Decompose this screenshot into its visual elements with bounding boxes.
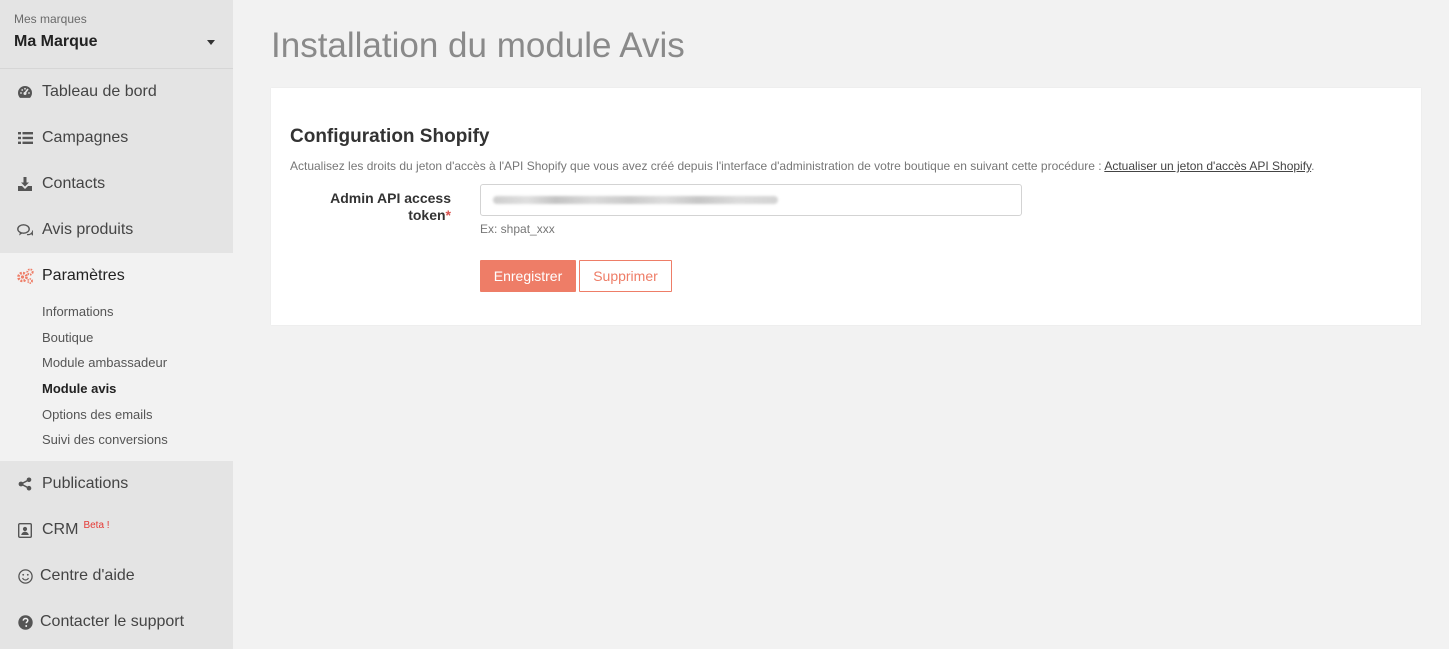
- submenu-item-module-ambassadeur[interactable]: Module ambassadeur: [42, 350, 233, 376]
- brand-caption: Mes marques: [14, 12, 87, 26]
- settings-section: Paramètres Informations Boutique Module …: [0, 253, 233, 462]
- caret-down-icon: [207, 39, 215, 45]
- nav-item-parametres[interactable]: Paramètres: [0, 253, 233, 299]
- brand-dropdown[interactable]: Ma Marque: [14, 33, 219, 51]
- submenu-item-options-des-emails[interactable]: Options des emails: [42, 402, 233, 428]
- download-icon: [16, 175, 34, 193]
- comments-icon: [16, 221, 34, 239]
- api-token-label: Admin API access token*: [311, 190, 451, 224]
- refresh-token-link[interactable]: Actualiser un jeton d'accès API Shopify: [1104, 159, 1311, 173]
- dashboard-icon: [16, 83, 34, 101]
- nav-item-contacter-le-support[interactable]: Contacter le support: [0, 599, 233, 645]
- sidebar: Mes marques Ma Marque Tableau de bord Ca…: [0, 0, 233, 649]
- settings-submenu: Informations Boutique Module ambassadeur…: [0, 299, 233, 453]
- redacted-token-value: [493, 196, 778, 204]
- submenu-item-suivi-des-conversions[interactable]: Suivi des conversions: [42, 427, 233, 453]
- delete-button[interactable]: Supprimer: [579, 260, 672, 292]
- description-end: .: [1311, 159, 1315, 173]
- nav-item-centre-daide[interactable]: Centre d'aide: [0, 553, 233, 599]
- brand-name: Ma Marque: [14, 33, 98, 50]
- brand-selector-block: Mes marques Ma Marque: [0, 0, 233, 69]
- nav-label: Centre d'aide: [40, 567, 135, 585]
- nav-label: Avis produits: [42, 221, 134, 238]
- save-button[interactable]: Enregistrer: [480, 260, 576, 292]
- nav-item-publications[interactable]: Publications: [0, 461, 233, 507]
- submenu-item-boutique[interactable]: Boutique: [42, 325, 233, 351]
- question-circle-icon: [16, 613, 34, 631]
- nav-item-avis-produits[interactable]: Avis produits: [0, 207, 233, 253]
- smile-icon: [16, 567, 34, 585]
- nav-item-tableau-de-bord[interactable]: Tableau de bord: [0, 69, 233, 115]
- api-token-hint: Ex: shpat_xxx: [480, 222, 555, 236]
- nav-label: Tableau de bord: [42, 83, 157, 100]
- list-icon: [16, 129, 34, 147]
- api-token-input[interactable]: [480, 184, 1022, 216]
- share-icon: [16, 475, 34, 493]
- submenu-item-module-avis[interactable]: Module avis: [42, 376, 233, 402]
- card-description: Actualisez les droits du jeton d'accès à…: [290, 159, 1315, 173]
- nav-label: Paramètres: [42, 267, 125, 284]
- nav-item-campagnes[interactable]: Campagnes: [0, 115, 233, 161]
- description-text: Actualisez les droits du jeton d'accès à…: [290, 159, 1105, 173]
- nav-item-contacts[interactable]: Contacts: [0, 161, 233, 207]
- api-token-label-text: Admin API access token: [330, 190, 451, 223]
- cogs-icon: [16, 267, 34, 285]
- nav-label: CRM: [42, 521, 79, 539]
- nav-label: Contacts: [42, 175, 106, 192]
- beta-badge: Beta !: [83, 519, 110, 531]
- nav-item-crm[interactable]: CRM Beta !: [0, 507, 233, 553]
- nav-label: Campagnes: [42, 129, 129, 146]
- page-title: Installation du module Avis: [271, 26, 685, 65]
- required-marker: *: [445, 207, 451, 223]
- shopify-config-card: Configuration Shopify Actualisez les dro…: [271, 88, 1421, 325]
- card-title: Configuration Shopify: [290, 126, 490, 147]
- submenu-item-informations[interactable]: Informations: [42, 299, 233, 325]
- nav-label: Contacter le support: [40, 613, 185, 631]
- contact-card-icon: [16, 521, 34, 539]
- nav-label: Publications: [42, 475, 129, 493]
